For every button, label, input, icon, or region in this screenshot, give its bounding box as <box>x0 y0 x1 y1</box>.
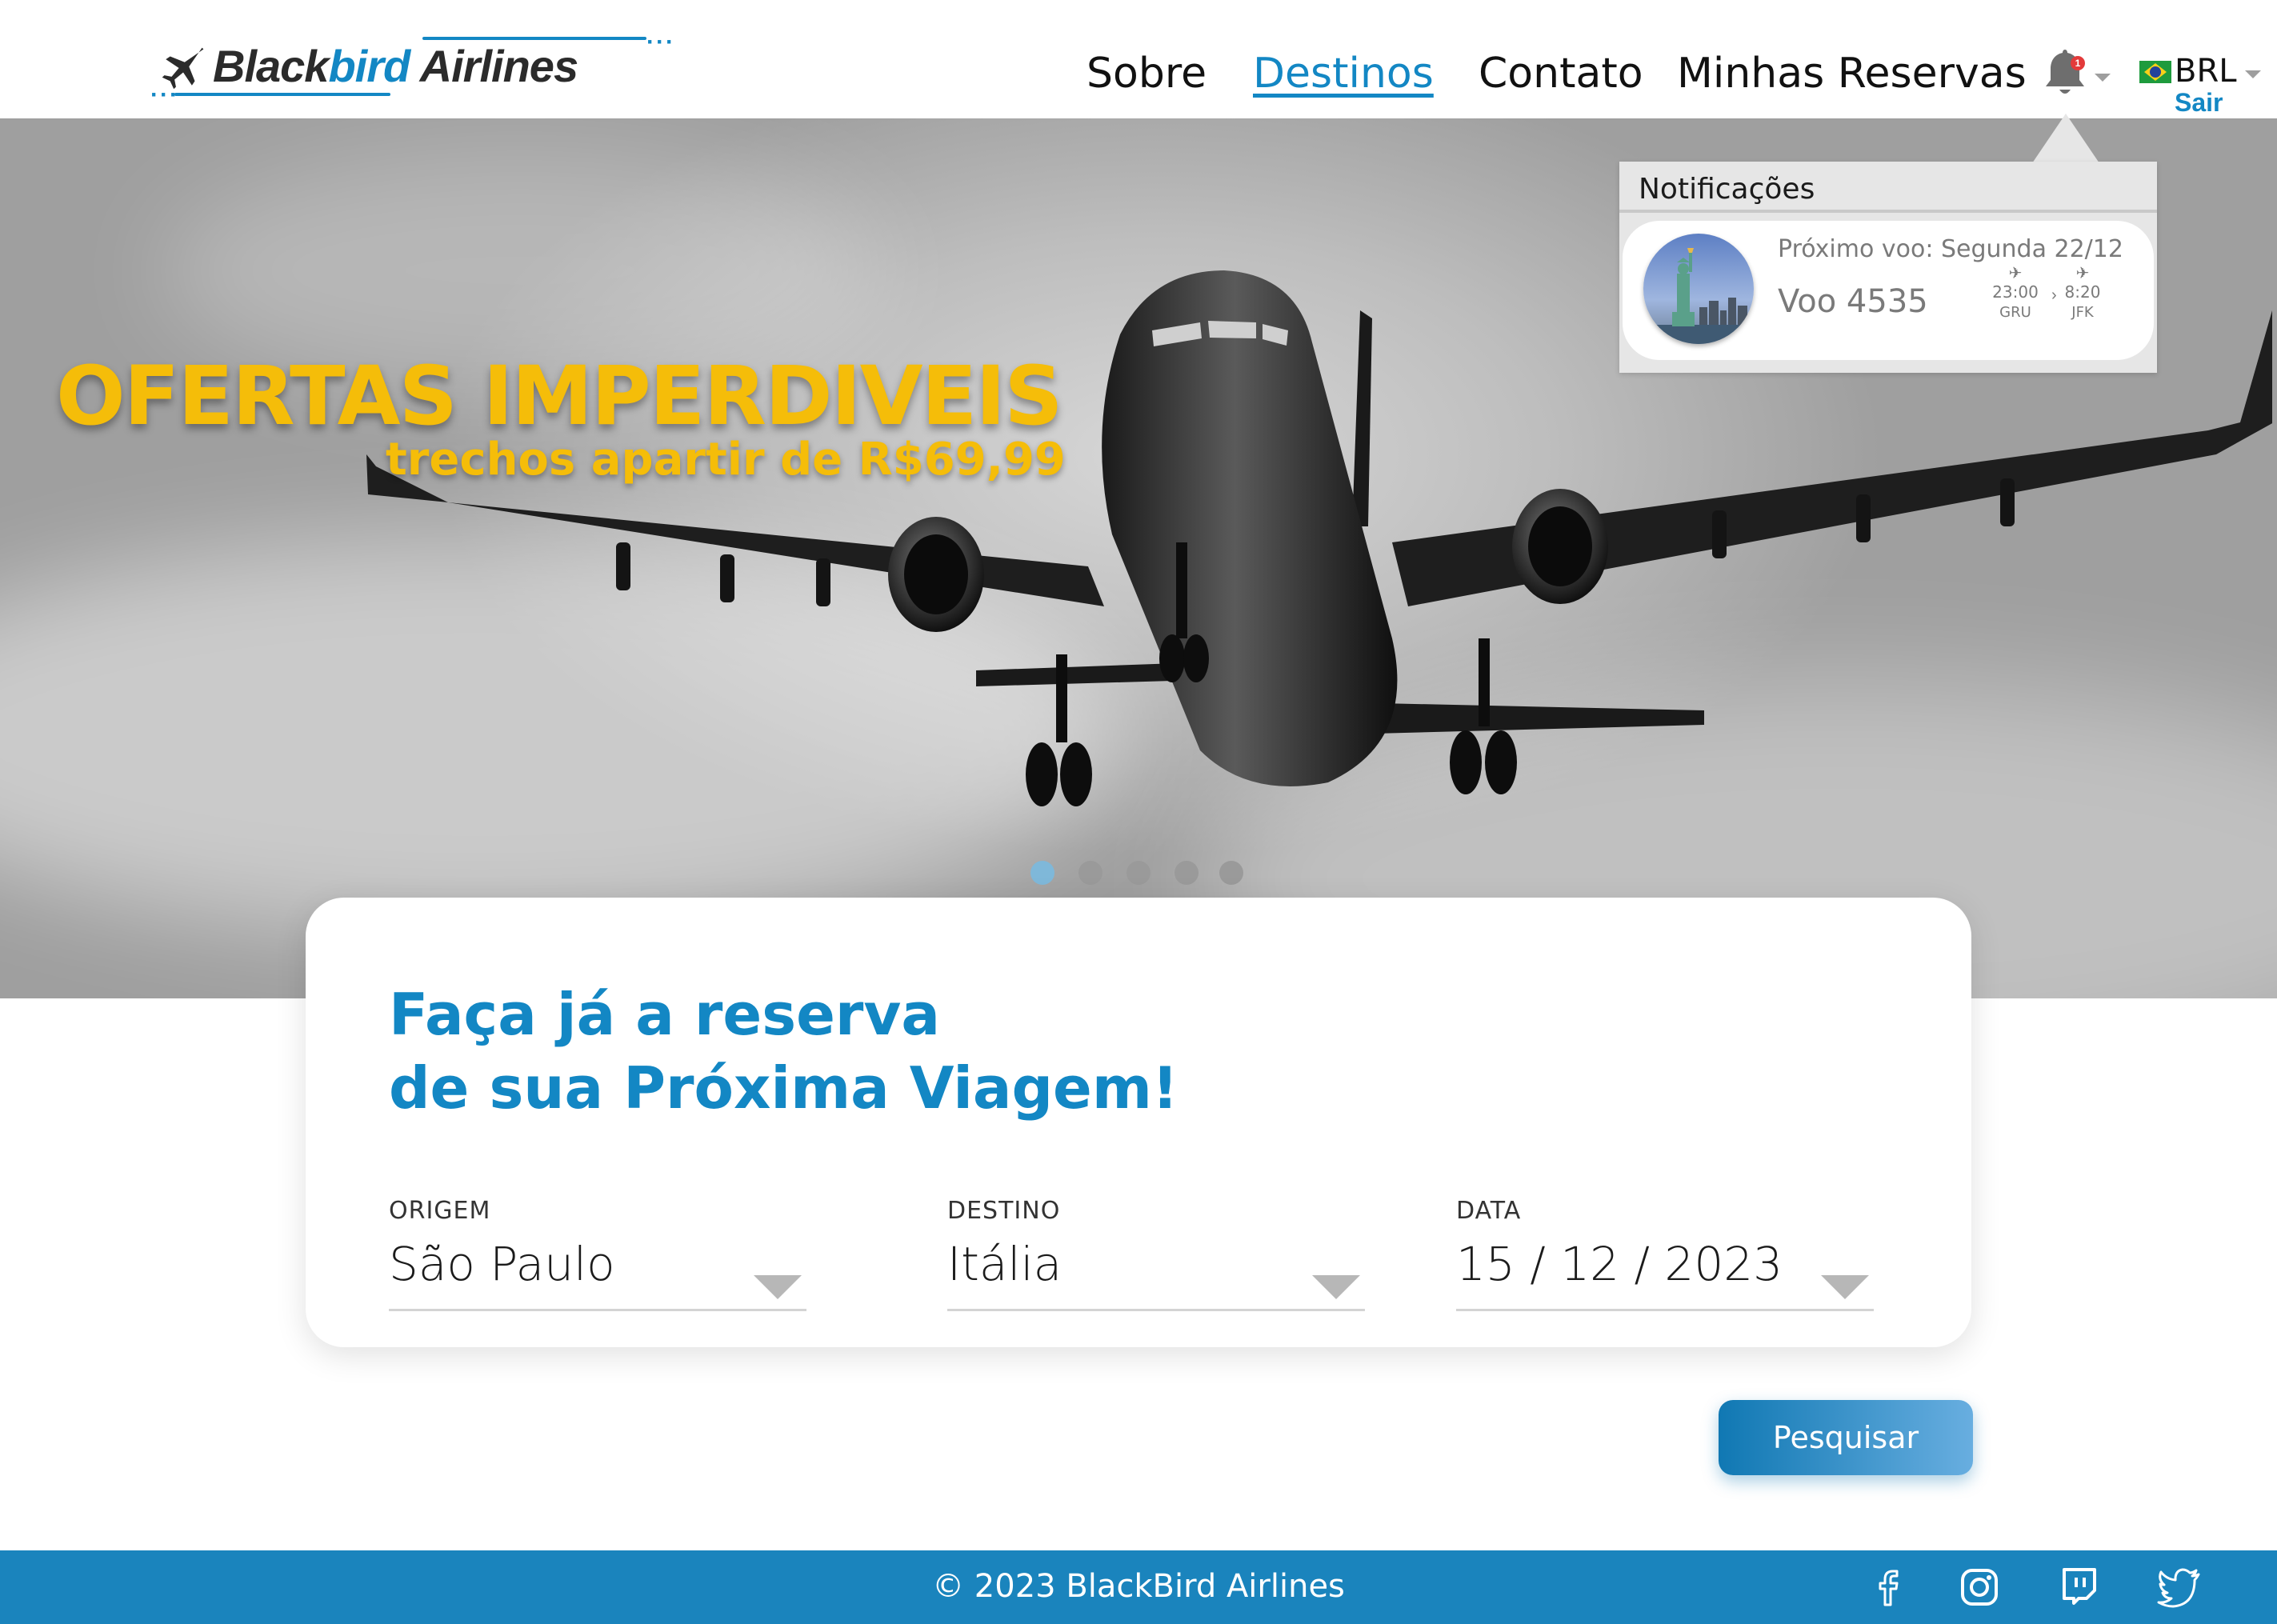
chevron-down-icon[interactable] <box>2095 74 2111 82</box>
destination-label: DESTINO <box>947 1197 1061 1225</box>
brand-logo[interactable]: ··· Blackbird Airlines ··· <box>150 29 678 108</box>
carousel-dot[interactable] <box>1078 861 1102 885</box>
notifications-button[interactable]: 1 <box>2042 46 2088 99</box>
site-header: ··· Blackbird Airlines ··· Sobre Destino… <box>0 0 2277 118</box>
date-label: DATA <box>1456 1197 1522 1225</box>
twitter-icon[interactable] <box>2157 1565 2202 1610</box>
carousel-dot[interactable] <box>1175 861 1199 885</box>
logo-decoration <box>174 93 390 96</box>
dropdown-arrow-icon[interactable] <box>1821 1275 1869 1299</box>
brand-name-part: Black <box>213 41 329 91</box>
twitch-icon[interactable] <box>2056 1565 2101 1610</box>
nav-link-sobre[interactable]: Sobre <box>1086 50 1207 98</box>
booking-headline-line: Faça já a reserva <box>389 981 940 1048</box>
booking-headline: Faça já a reserva de sua Próxima Viagem! <box>389 978 1179 1125</box>
nav-link-contato[interactable]: Contato <box>1479 50 1643 98</box>
flight-number: Voo 4535 <box>1778 283 1928 320</box>
takeoff-icon: ✈ <box>2008 263 2023 282</box>
destination-thumbnail-image <box>1643 234 1754 344</box>
chevron-down-icon[interactable] <box>2245 70 2261 78</box>
hero-subtitle: trechos apartir de R$69,99 <box>386 434 1066 486</box>
field-underline <box>389 1309 806 1311</box>
origin-select[interactable]: ORIGEM São Paulo <box>389 1197 806 1322</box>
nav-link-minhas-reservas[interactable]: Minhas Reservas <box>1677 50 2027 98</box>
date-picker[interactable]: DATA 15 / 12 / 2023 <box>1456 1197 1874 1322</box>
currency-selector[interactable]: BRL <box>2175 53 2237 90</box>
carousel-dot[interactable] <box>1030 861 1054 885</box>
logo-decoration: ··· <box>150 82 179 108</box>
logout-link[interactable]: Sair <box>2175 88 2223 118</box>
brand-name: Blackbird Airlines <box>213 40 578 92</box>
notification-item[interactable]: Próximo voo: Segunda 22/12 Voo 4535 ✈ 23… <box>1623 221 2154 360</box>
bell-icon <box>2046 50 2084 94</box>
dropdown-arrow-icon[interactable] <box>1312 1275 1360 1299</box>
brand-name-part: bird <box>328 41 410 91</box>
destination-select[interactable]: DESTINO Itália <box>947 1197 1365 1322</box>
notification-count-badge: 1 <box>2071 56 2085 70</box>
facebook-icon[interactable] <box>1866 1565 1911 1610</box>
site-footer: © 2023 BlackBird Airlines <box>0 1550 2277 1624</box>
arrival-time: 8:20 <box>2064 282 2101 302</box>
carousel-indicators <box>1030 861 1271 890</box>
nav-link-destinos[interactable]: Destinos <box>1253 50 1434 98</box>
instagram-icon[interactable] <box>1957 1565 2002 1610</box>
next-flight-text: Próximo voo: Segunda 22/12 <box>1778 235 2123 263</box>
notifications-title: Notificações <box>1639 173 1815 206</box>
carousel-dot[interactable] <box>1219 861 1243 885</box>
destination-airport-code: JFK <box>2071 304 2094 321</box>
field-underline <box>947 1309 1365 1311</box>
arrival-info: ✈ 8:20 JFK <box>2055 264 2111 323</box>
copyright-text: © 2023 BlackBird Airlines <box>932 1568 1345 1605</box>
divider <box>1619 210 2157 213</box>
notifications-panel: Notificações Próximo voo: Segunda 22/12 … <box>1619 162 2157 373</box>
carousel-dot[interactable] <box>1126 861 1151 885</box>
date-value[interactable]: 15 / 12 / 2023 <box>1456 1237 1783 1291</box>
notifications-pointer <box>2032 114 2099 163</box>
dropdown-arrow-icon[interactable] <box>754 1275 802 1299</box>
hero-title: OFERTAS IMPERDIVEIS <box>56 349 1063 444</box>
search-button[interactable]: Pesquisar <box>1719 1400 1973 1475</box>
landing-icon: ✈ <box>2075 263 2090 282</box>
booking-headline-line: de sua Próxima Viagem! <box>389 1054 1179 1122</box>
brazil-flag-icon <box>2139 61 2171 83</box>
departure-info: ✈ 23:00 GRU <box>1987 264 2043 323</box>
origin-value[interactable]: São Paulo <box>389 1237 615 1291</box>
destination-value[interactable]: Itália <box>947 1237 1062 1291</box>
brand-name-part: Airlines <box>410 41 578 91</box>
field-underline <box>1456 1309 1874 1311</box>
origin-label: ORIGEM <box>389 1197 491 1225</box>
booking-form: Faça já a reserva de sua Próxima Viagem!… <box>306 898 1971 1347</box>
origin-airport-code: GRU <box>1999 304 2031 321</box>
logo-decoration: ··· <box>646 29 675 55</box>
departure-time: 23:00 <box>1992 282 2039 302</box>
